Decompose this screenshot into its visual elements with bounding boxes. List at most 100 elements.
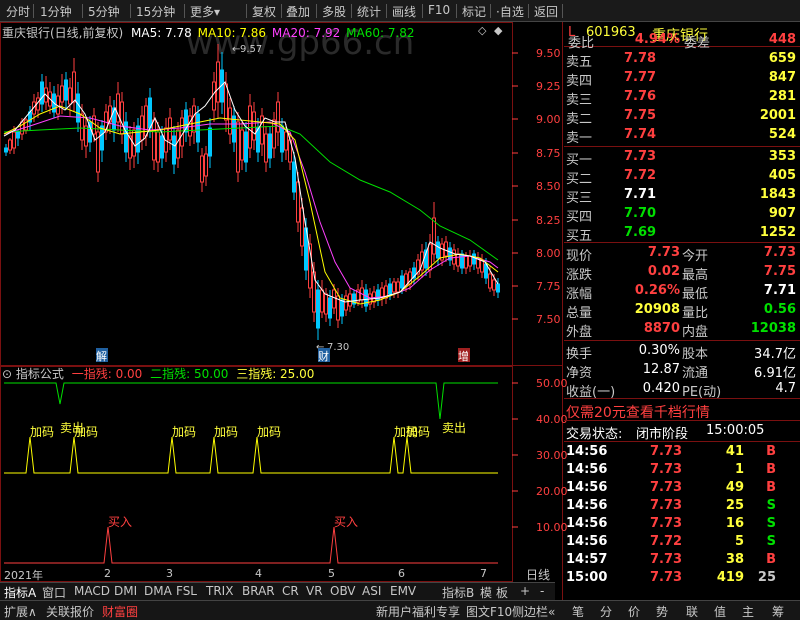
tick-price: 7.73 [650,570,683,585]
bid-row: 买四 7.70 907 [564,205,800,225]
tab-fsl[interactable]: FSL [176,584,197,598]
tick-price: 7.73 [650,516,683,531]
period-label[interactable]: 日线 [526,566,550,583]
event-finance[interactable]: 财 [318,348,329,364]
tab-5min[interactable]: 5分钟 [88,3,120,20]
f10-graphic-button[interactable]: 图文F10 [466,603,512,620]
tab-template[interactable]: 模 [480,584,492,601]
f10-button[interactable]: F10 [428,3,450,17]
draw-line-button[interactable]: 画线 [392,3,416,20]
signal-label: 加码 [74,425,99,439]
ma20-label: MA20: 7.92 [271,26,341,40]
stats-button[interactable]: 统计 [357,3,381,20]
stat-label: 最高 [682,268,709,283]
sidebar-toggle[interactable]: 侧边栏« [512,603,555,620]
y-tick: 8.00 [536,247,561,260]
candle-body [196,113,200,143]
event-unlock[interactable]: 解 [96,348,107,364]
multi-stock-button[interactable]: 多股 [322,3,346,20]
value-icon[interactable]: 值 [714,603,726,620]
history-button[interactable]: 标记 [462,3,486,20]
tick-time: 15:00 [566,570,608,585]
zoom-out-button[interactable]: - [540,584,544,598]
candle-body [152,119,156,161]
candle-body [192,105,196,133]
stat-label: 量比 [682,306,709,321]
arrow-icon[interactable]: ◆ [494,24,502,37]
candle-body [400,275,404,289]
candle-body [432,217,436,255]
chips-icon[interactable]: 筹 [772,603,784,620]
tab-emv[interactable]: EMV [390,584,416,598]
promo-banner[interactable]: 仅需20元查看千档行情 [564,401,800,421]
tab-indicator-b[interactable]: 指标B [442,584,474,601]
tab-window[interactable]: 窗口 [42,584,66,601]
ask-volume: 524 [768,127,796,142]
trade-state-row: 交易状态: 闭市阶段 15:00:05 [566,423,765,442]
tab-dma[interactable]: DMA [144,584,172,598]
candle-body [292,161,296,193]
back-button[interactable]: 返回 [534,3,558,20]
minute-icon[interactable]: 分 [600,603,612,620]
ask-label: 卖一 [566,131,593,146]
tab-cr[interactable]: CR [282,584,299,598]
tab-1min[interactable]: 1分钟 [40,3,72,20]
candle-body [68,87,72,105]
more-dropdown[interactable]: 更多▾ [190,3,220,20]
adjust-button[interactable]: 复权 [252,3,276,20]
diamond-icon[interactable]: ◇ [478,24,486,37]
tab-macd[interactable]: MACD [74,584,110,598]
new-user-promo[interactable]: 新用户福利专享 [376,603,460,620]
indicator-dropdown-icon[interactable]: ⊙ [2,367,12,381]
tab-vr[interactable]: VR [306,584,323,598]
candle-body [480,259,484,273]
y-tick: 9.50 [536,47,561,60]
candle-body [224,83,228,121]
trend-icon[interactable]: 势 [656,603,668,620]
candle-body [468,255,472,267]
ind-y-tick: 40.00 [536,413,568,426]
candle-body [204,153,208,177]
link-icon[interactable]: 联 [686,603,698,620]
stat-row: 涨幅 0.26% 最低 7.71 [564,282,800,302]
price-icon[interactable]: 价 [628,603,640,620]
add-favorite-button[interactable]: ·自选 [496,3,524,20]
tab-intraday[interactable]: 分时 [6,3,30,20]
stat-row: 外盘 8870 内盘 12038 [564,320,800,340]
bid-price: 7.73 [624,149,657,164]
ask-row: 卖一 7.74 524 [564,126,800,146]
tab-15min[interactable]: 15分钟 [136,3,175,20]
high-price-note: 9.57 [240,44,262,55]
candle-body [340,299,344,317]
candle-body [388,283,392,295]
candle-body [208,127,212,157]
candle-body [496,283,500,293]
wealth-circle-button[interactable]: 财富圈 [102,603,138,620]
stat-row: 净资 12.87 流通 6.91亿 [564,361,800,381]
overlay-button[interactable]: 叠加 [286,3,310,20]
kline-chart[interactable]: www.gp66.cn ← 9.57 ← 7.30 [0,22,563,600]
related-quote-button[interactable]: 关联报价 [46,603,94,620]
tab-asi[interactable]: ASI [362,584,381,598]
candle-body [324,293,328,315]
tick-direction: B [766,444,776,459]
tick-time: 14:56 [566,498,608,513]
tick-icon[interactable]: 笔 [572,603,584,620]
tab-obv[interactable]: OBV [330,584,356,598]
candle-body [200,155,204,183]
event-increase[interactable]: 增 [458,348,469,364]
tab-trix[interactable]: TRIX [206,584,233,598]
indicator-title[interactable]: 指标公式 [16,367,64,381]
main-icon[interactable]: 主 [742,603,754,620]
candle-body [348,293,352,307]
tab-indicator-a[interactable]: 指标A [4,584,36,601]
stat-row: 换手 0.30% 股本 34.7亿 [564,342,800,362]
tab-board[interactable]: 板 [496,584,508,601]
expand-button[interactable]: 扩展∧ [4,603,37,620]
stat-label: 涨幅 [566,287,593,302]
candle-body [72,71,76,103]
tab-brar[interactable]: BRAR [242,584,275,598]
zoom-in-button[interactable]: + [520,584,530,598]
tab-dmi[interactable]: DMI [114,584,137,598]
candle-body [472,253,476,265]
